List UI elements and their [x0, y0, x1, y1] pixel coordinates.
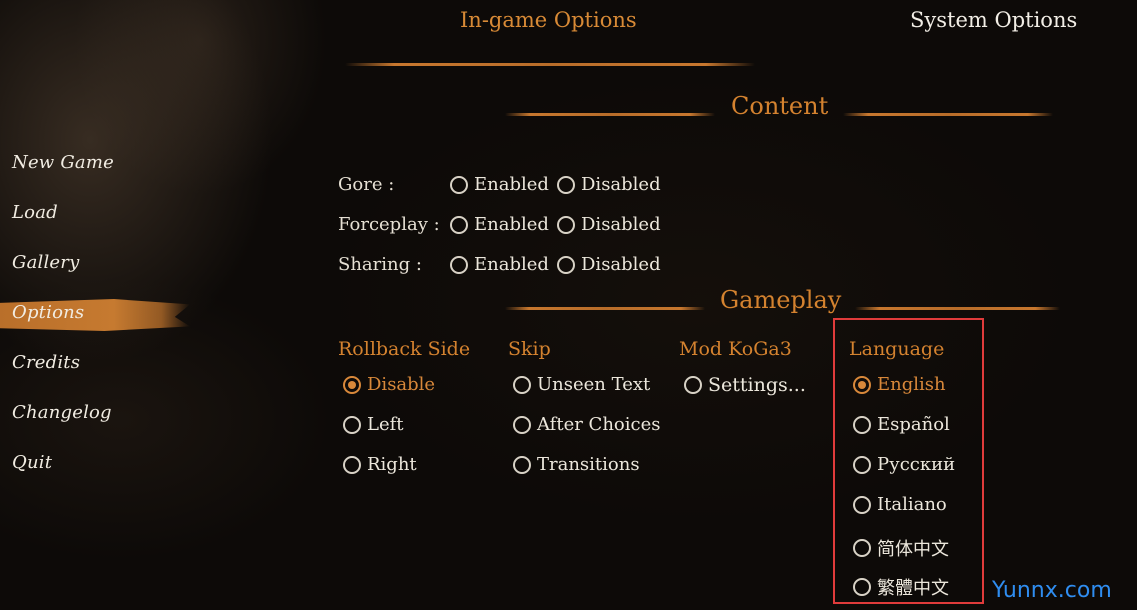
gore-label: Gore : [338, 174, 395, 195]
radio-label: Enabled [474, 174, 549, 195]
section-title-content: Content [731, 92, 829, 120]
menu-changelog[interactable]: Changelog [12, 402, 112, 423]
radio-icon [513, 415, 531, 434]
language-highlight-box [833, 318, 984, 604]
gameplay-divider-right [855, 307, 1060, 310]
mod-koga3-title: Mod KoGa3 [679, 338, 792, 360]
rollback-left-radio[interactable]: Left [343, 414, 404, 435]
radio-label: Transitions [537, 454, 640, 475]
menu-load[interactable]: Load [12, 202, 58, 223]
gameplay-divider-left [505, 307, 705, 310]
mod-settings-button[interactable]: Settings... [684, 374, 806, 396]
radio-label: Unseen Text [537, 374, 651, 395]
sharing-disabled-radio[interactable]: Disabled [557, 254, 661, 275]
gore-disabled-radio[interactable]: Disabled [557, 174, 661, 195]
radio-label: Enabled [474, 214, 549, 235]
radio-icon [513, 375, 531, 394]
radio-icon [450, 175, 468, 194]
watermark: Yunnx.com [992, 578, 1112, 603]
gore-enabled-radio[interactable]: Enabled [450, 174, 549, 195]
menu-quit[interactable]: Quit [12, 452, 52, 473]
radio-label: Right [367, 454, 417, 475]
forceplay-enabled-radio[interactable]: Enabled [450, 214, 549, 235]
radio-selected-icon [343, 375, 361, 394]
skip-title: Skip [508, 338, 551, 360]
menu-credits[interactable]: Credits [12, 352, 80, 373]
skip-transitions-radio[interactable]: Transitions [513, 454, 640, 475]
section-title-gameplay: Gameplay [720, 286, 842, 314]
skip-unseen-text-radio[interactable]: Unseen Text [513, 374, 650, 395]
content-divider-left [505, 113, 715, 116]
forceplay-disabled-radio[interactable]: Disabled [557, 214, 661, 235]
radio-icon [557, 215, 575, 234]
radio-icon [513, 455, 531, 474]
radio-icon [450, 255, 468, 274]
radio-label: Left [367, 414, 404, 435]
rollback-side-title: Rollback Side [338, 338, 471, 360]
radio-label: Settings... [708, 374, 806, 396]
rollback-right-radio[interactable]: Right [343, 454, 417, 475]
tab-in-game-options[interactable]: In-game Options [460, 8, 637, 32]
skip-after-choices-radio[interactable]: After Choices [513, 414, 661, 435]
sharing-enabled-radio[interactable]: Enabled [450, 254, 549, 275]
radio-label: Disabled [581, 254, 661, 275]
radio-icon [450, 215, 468, 234]
radio-icon [684, 376, 702, 394]
radio-label: Enabled [474, 254, 549, 275]
menu-gallery[interactable]: Gallery [12, 252, 79, 273]
radio-label: After Choices [537, 414, 661, 435]
content-divider-right [843, 113, 1053, 116]
tab-system-options[interactable]: System Options [910, 8, 1077, 32]
radio-icon [343, 415, 361, 434]
forceplay-label: Forceplay : [338, 214, 440, 235]
radio-icon [557, 255, 575, 274]
radio-icon [343, 455, 361, 474]
sharing-label: Sharing : [338, 254, 422, 275]
radio-label: Disabled [581, 174, 661, 195]
rollback-disable-radio[interactable]: Disable [343, 374, 435, 395]
tab-underline [345, 63, 755, 66]
menu-options[interactable]: Options [12, 302, 84, 323]
radio-label: Disabled [581, 214, 661, 235]
radio-label: Disable [367, 374, 436, 395]
menu-new-game[interactable]: New Game [12, 152, 114, 173]
radio-icon [557, 175, 575, 194]
